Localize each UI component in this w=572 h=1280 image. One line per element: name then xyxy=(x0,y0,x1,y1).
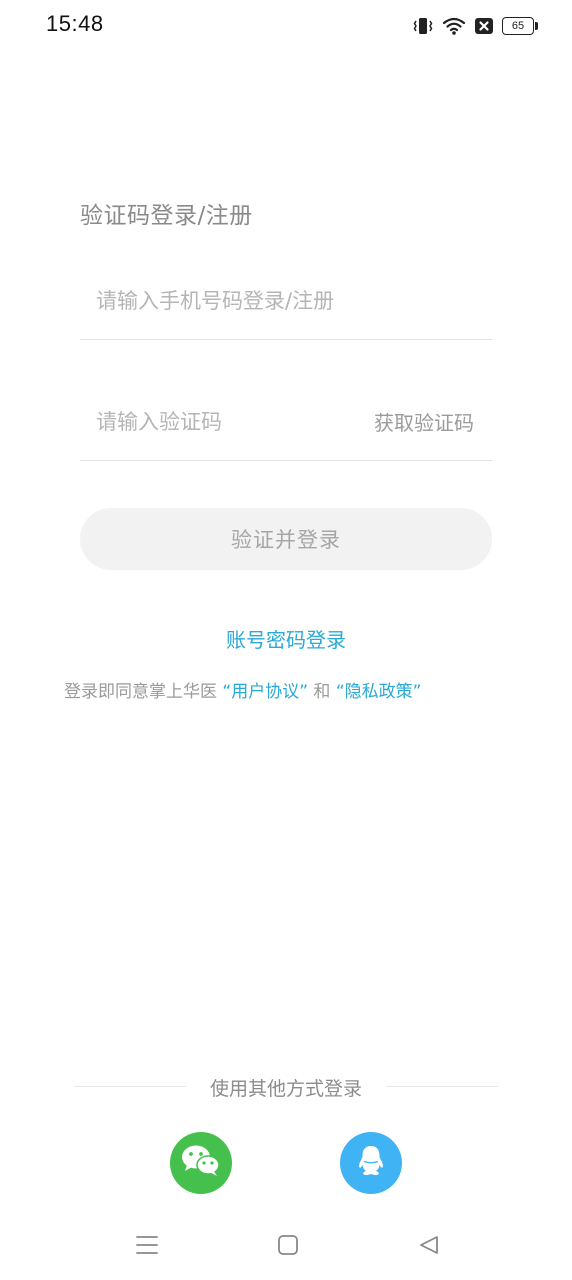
login-screen: 15:48 65 验证码登录/注册 请输入手机号码登录/注册 请输入验证码 获取… xyxy=(0,0,572,1280)
qq-icon xyxy=(356,1144,386,1182)
nav-menu-button[interactable] xyxy=(132,1232,162,1262)
status-time: 15:48 xyxy=(46,11,104,36)
get-code-button[interactable]: 获取验证码 xyxy=(374,407,474,436)
phone-field xyxy=(80,260,492,340)
nav-back-button[interactable] xyxy=(414,1232,444,1262)
system-nav-bar xyxy=(0,1218,572,1280)
agreement-prefix: 登录即同意掌上华医 xyxy=(64,682,223,702)
verify-login-button[interactable]: 验证并登录 xyxy=(80,508,492,570)
back-icon xyxy=(418,1234,440,1260)
wechat-login-button[interactable] xyxy=(170,1132,232,1194)
divider-line-right xyxy=(386,1086,498,1087)
other-login-label: 使用其他方式登录 xyxy=(209,1078,362,1100)
phone-input[interactable] xyxy=(96,284,476,318)
status-bar: 15:48 65 xyxy=(0,0,572,52)
qq-login-button[interactable] xyxy=(340,1132,402,1194)
battery-icon: 65 xyxy=(502,17,538,35)
page-title: 验证码登录/注册 xyxy=(80,203,253,229)
code-input[interactable] xyxy=(96,405,366,439)
vibrate-icon xyxy=(412,16,434,36)
wechat-icon xyxy=(180,1143,222,1183)
privacy-policy-link[interactable]: “隐私政策” xyxy=(336,682,422,702)
user-agreement-link[interactable]: “用户协议” xyxy=(222,682,308,702)
other-login-divider: 使用其他方式登录 xyxy=(74,1072,498,1102)
status-icons: 65 xyxy=(412,14,538,38)
password-login-link[interactable]: 账号密码登录 xyxy=(0,624,572,653)
wifi-icon xyxy=(442,16,466,36)
menu-icon xyxy=(135,1234,159,1260)
agreement-conjunction: 和 xyxy=(308,682,336,702)
agreement-text: 登录即同意掌上华医 “用户协议” 和 “隐私政策” xyxy=(64,677,421,702)
nav-home-button[interactable] xyxy=(273,1232,303,1262)
code-field: 获取验证码 xyxy=(80,381,492,461)
battery-level: 65 xyxy=(511,20,525,32)
no-sim-icon xyxy=(474,16,494,36)
home-icon xyxy=(277,1234,299,1260)
